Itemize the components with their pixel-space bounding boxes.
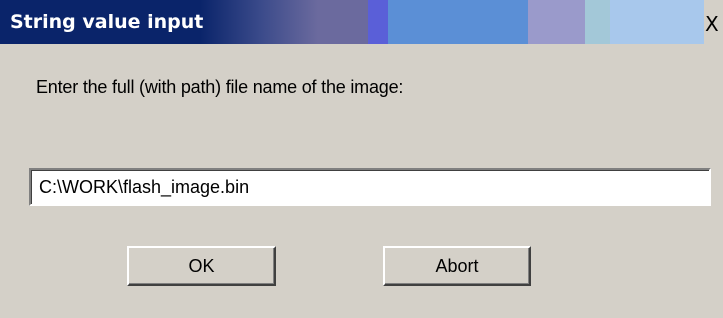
title-bar[interactable]: String value input X <box>0 0 723 44</box>
close-icon[interactable]: X <box>705 14 723 36</box>
prompt-label: Enter the full (with path) file name of … <box>36 77 404 97</box>
file-path-input[interactable] <box>29 168 711 206</box>
abort-button[interactable]: Abort <box>383 246 531 286</box>
window-title: String value input <box>10 11 204 33</box>
string-value-dialog: String value input X Enter the full (wit… <box>0 0 723 318</box>
ok-button[interactable]: OK <box>127 246 276 286</box>
